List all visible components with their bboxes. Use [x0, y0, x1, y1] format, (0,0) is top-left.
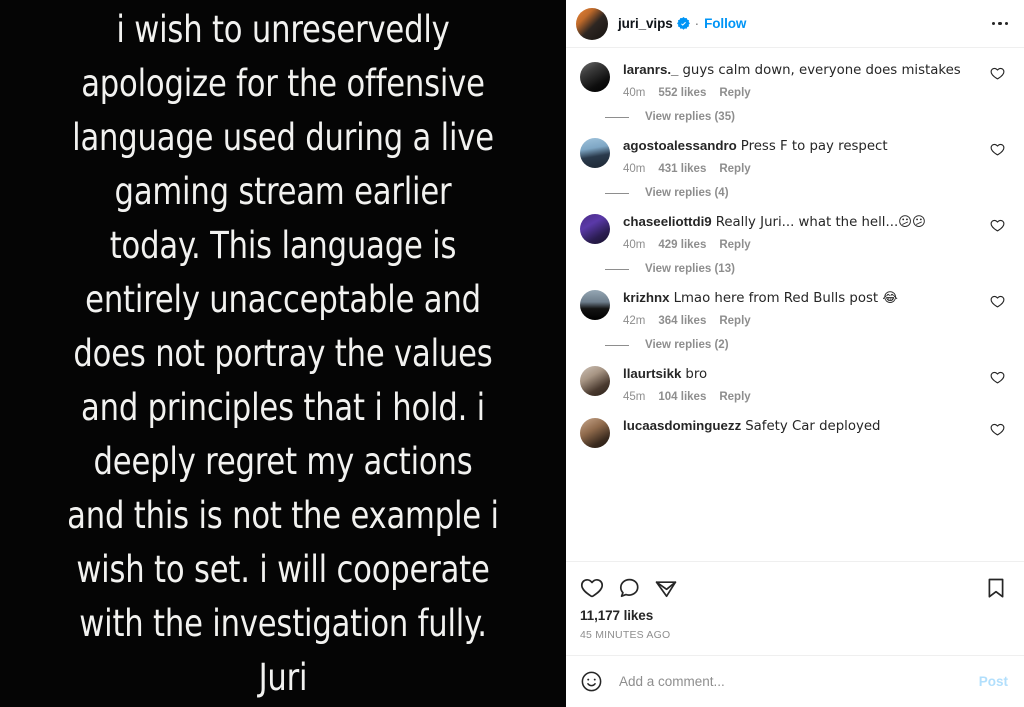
story-apology-text: i wish to unreservedly apologize for the…	[67, 7, 499, 699]
view-replies-label: View replies (13)	[645, 263, 735, 275]
comment-meta: 40m 429 likes Reply	[623, 239, 980, 251]
comment-likes[interactable]: 431 likes	[658, 163, 706, 175]
view-replies-button[interactable]: View replies (35)	[605, 111, 1008, 123]
commenter-username[interactable]: laranrs._	[623, 62, 678, 77]
comment-body-text: guys calm down, everyone does mistakes	[682, 63, 961, 78]
comment-reply-button[interactable]: Reply	[719, 87, 750, 99]
comment-likes[interactable]: 104 likes	[658, 391, 706, 403]
instagram-post-view: i wish to unreservedly apologize for the…	[0, 0, 1024, 707]
comment-time: 42m	[623, 315, 646, 327]
header-separator: ·	[694, 15, 700, 31]
post-action-bar: 11,177 likes 45 MINUTES AGO	[566, 561, 1024, 655]
comment-time: 45m	[623, 391, 646, 403]
add-comment-bar: Post	[566, 655, 1024, 707]
comment-like-icon[interactable]	[990, 422, 1008, 442]
comment-reply-button[interactable]: Reply	[719, 391, 750, 403]
post-timestamp: 45 MINUTES AGO	[580, 629, 671, 641]
comment-likes[interactable]: 364 likes	[658, 315, 706, 327]
comment-reply-button[interactable]: Reply	[719, 239, 750, 251]
comment-text-line: lucaasdominguezz Safety Car deployed	[623, 417, 980, 436]
comment-item: lucaasdominguezz Safety Car deployed	[580, 417, 1008, 448]
replies-divider	[605, 344, 629, 346]
comment-meta: 45m 104 likes Reply	[623, 391, 980, 403]
commenter-username[interactable]: chaseeliottdi9	[623, 214, 712, 229]
comment-text-line: llaurtsikk bro	[623, 365, 980, 384]
comment-body-text: Lmao here from Red Bulls post 😂	[673, 291, 898, 306]
comment-body-text: Safety Car deployed	[745, 419, 881, 434]
post-header: juri_vips · Follow	[566, 0, 1024, 48]
view-replies-label: View replies (35)	[645, 111, 735, 123]
comment-body-text: Really Juri... what the hell...😕😕	[715, 215, 926, 230]
commenter-username[interactable]: agostoalessandro	[623, 138, 737, 153]
comment-text-line: agostoalessandro Press F to pay respect	[623, 137, 980, 156]
follow-button[interactable]: Follow	[704, 16, 746, 31]
commenter-avatar[interactable]	[580, 418, 610, 448]
comment-reply-button[interactable]: Reply	[719, 163, 750, 175]
comment-like-icon[interactable]	[990, 142, 1008, 162]
comment-item: krizhnx Lmao here from Red Bulls post 😂 4…	[580, 289, 1008, 351]
comment-likes[interactable]: 429 likes	[658, 239, 706, 251]
comment-text-line: laranrs._ guys calm down, everyone does m…	[623, 61, 980, 80]
comment-item: agostoalessandro Press F to pay respect 4…	[580, 137, 1008, 199]
comment-text-line: krizhnx Lmao here from Red Bulls post 😂	[623, 289, 980, 308]
view-replies-button[interactable]: View replies (13)	[605, 263, 1008, 275]
commenter-username[interactable]: lucaasdominguezz	[623, 418, 741, 433]
comment-like-icon[interactable]	[990, 294, 1008, 314]
comment-meta: 42m 364 likes Reply	[623, 315, 980, 327]
comment-meta: 40m 552 likes Reply	[623, 87, 980, 99]
comment-time: 40m	[623, 87, 646, 99]
more-options-icon[interactable]	[986, 16, 1008, 32]
view-replies-label: View replies (4)	[645, 187, 729, 199]
likes-count[interactable]: 11,177 likes	[580, 608, 1008, 623]
comment-body-text: bro	[685, 367, 708, 382]
view-replies-button[interactable]: View replies (2)	[605, 339, 1008, 351]
action-icons-row	[580, 570, 1008, 606]
comment-item: laranrs._ guys calm down, everyone does m…	[580, 61, 1008, 123]
commenter-avatar[interactable]	[580, 138, 610, 168]
comment-body-text: Press F to pay respect	[740, 139, 888, 154]
author-username[interactable]: juri_vips	[618, 16, 673, 31]
comment-time: 40m	[623, 239, 646, 251]
comment-reply-button[interactable]: Reply	[719, 315, 750, 327]
author-avatar[interactable]	[576, 7, 608, 40]
replies-divider	[605, 116, 629, 118]
speech-bubble-icon[interactable]	[617, 576, 641, 600]
paper-plane-icon[interactable]	[654, 576, 678, 600]
comment-text-line: chaseeliottdi9 Really Juri... what the he…	[623, 213, 980, 232]
comment-time: 40m	[623, 163, 646, 175]
comment-like-icon[interactable]	[990, 66, 1008, 86]
bookmark-icon[interactable]	[984, 576, 1008, 600]
heart-icon[interactable]	[580, 576, 604, 600]
post-media-panel[interactable]: i wish to unreservedly apologize for the…	[0, 0, 566, 707]
comment-likes[interactable]: 552 likes	[658, 87, 706, 99]
replies-divider	[605, 268, 629, 270]
commenter-avatar[interactable]	[580, 62, 610, 92]
view-replies-label: View replies (2)	[645, 339, 729, 351]
view-replies-button[interactable]: View replies (4)	[605, 187, 1008, 199]
comment-item: llaurtsikk bro 45m 104 likes Reply	[580, 365, 1008, 403]
commenter-avatar[interactable]	[580, 290, 610, 320]
replies-divider	[605, 192, 629, 194]
post-details-panel: juri_vips · Follow laranrs._ guys calm d…	[566, 0, 1024, 707]
smiley-face-icon[interactable]	[580, 670, 603, 693]
verified-badge-icon	[676, 17, 690, 30]
commenter-avatar[interactable]	[580, 214, 610, 244]
comments-list[interactable]: laranrs._ guys calm down, everyone does m…	[566, 48, 1024, 561]
comment-item: chaseeliottdi9 Really Juri... what the he…	[580, 213, 1008, 275]
commenter-avatar[interactable]	[580, 366, 610, 396]
commenter-username[interactable]: llaurtsikk	[623, 366, 681, 381]
comment-like-icon[interactable]	[990, 370, 1008, 390]
post-comment-button[interactable]: Post	[979, 674, 1008, 689]
commenter-username[interactable]: krizhnx	[623, 290, 670, 305]
comment-input[interactable]	[617, 673, 969, 690]
comment-meta: 40m 431 likes Reply	[623, 163, 980, 175]
comment-like-icon[interactable]	[990, 218, 1008, 238]
